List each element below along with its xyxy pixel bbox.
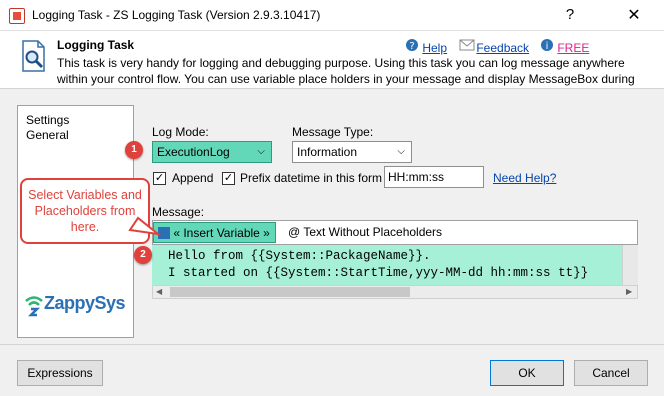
message-line: I started on {{System::StartTime,yyy-MM-…: [168, 266, 589, 280]
message-type-value: Information: [297, 145, 358, 159]
feedback-link-group[interactable]: Feedback: [459, 38, 529, 55]
close-button[interactable]: ✕: [610, 4, 658, 28]
insert-variable-label: « Insert Variable »: [173, 226, 270, 240]
at-sign-icon: @: [288, 225, 301, 239]
step-badge-1: 1: [125, 141, 143, 159]
log-mode-value: ExecutionLog: [157, 145, 230, 159]
editor-vertical-scrollbar[interactable]: [622, 245, 638, 285]
svg-text:?: ?: [409, 41, 414, 52]
scroll-right-icon[interactable]: ▶: [626, 287, 632, 296]
need-help-link[interactable]: Need Help?: [493, 171, 556, 185]
prefix-datetime-label: Prefix datetime in this form: [240, 171, 383, 185]
scroll-left-icon[interactable]: ◀: [156, 287, 162, 296]
sidebar-item-settings[interactable]: Settings: [26, 113, 69, 127]
header-title: Logging Task: [57, 38, 135, 52]
help-circle-icon: ?: [405, 38, 419, 52]
wifi-icon: [25, 296, 43, 317]
svg-text:i: i: [546, 41, 549, 52]
info-icon: i: [540, 38, 554, 52]
cancel-button[interactable]: Cancel: [574, 360, 648, 386]
expressions-button[interactable]: Expressions: [17, 360, 103, 386]
sidebar-item-general[interactable]: General: [26, 128, 69, 142]
log-mode-select[interactable]: ExecutionLog ⌵: [152, 141, 272, 163]
text-without-placeholders-button[interactable]: @ Text Without Placeholders: [284, 222, 474, 243]
append-checkbox[interactable]: ✓: [153, 172, 166, 185]
help-link[interactable]: Help: [422, 41, 447, 55]
insert-variable-button[interactable]: « Insert Variable »: [153, 222, 276, 243]
zappysys-logo: ZappySys: [24, 293, 126, 317]
free-link-group[interactable]: i FREE: [540, 38, 589, 55]
mail-icon: [459, 38, 475, 52]
datetime-format-input[interactable]: [384, 166, 484, 188]
chevron-down-icon: ⌵: [257, 146, 265, 157]
header-description: This task is very handy for logging and …: [57, 56, 635, 86]
message-editor[interactable]: Hello from {{System::PackageName}}. I st…: [152, 245, 622, 285]
help-link-group[interactable]: ? Help: [405, 38, 447, 55]
text-without-placeholders-label: Text Without Placeholders: [303, 225, 443, 239]
scroll-thumb[interactable]: [170, 287, 410, 297]
help-button[interactable]: ?: [557, 6, 583, 26]
append-label: Append: [172, 171, 214, 185]
step-badge-2: 2: [134, 246, 152, 264]
message-line: Hello from {{System::PackageName}}.: [168, 249, 431, 263]
free-link[interactable]: FREE: [557, 41, 589, 55]
feedback-link[interactable]: Feedback: [476, 41, 529, 55]
prefix-datetime-checkbox[interactable]: ✓: [222, 172, 235, 185]
callout-pointer: [128, 216, 162, 236]
message-type-label: Message Type:: [292, 125, 374, 139]
log-mode-label: Log Mode:: [152, 125, 209, 139]
message-type-select[interactable]: Information ⌵: [292, 141, 412, 163]
ok-button[interactable]: OK: [490, 360, 564, 386]
window-title: Logging Task - ZS Logging Task (Version …: [32, 8, 321, 22]
task-search-icon: [20, 40, 48, 72]
chevron-down-icon: ⌵: [397, 146, 405, 157]
app-icon: [9, 8, 25, 24]
logo-text: ZappySys: [44, 293, 126, 313]
